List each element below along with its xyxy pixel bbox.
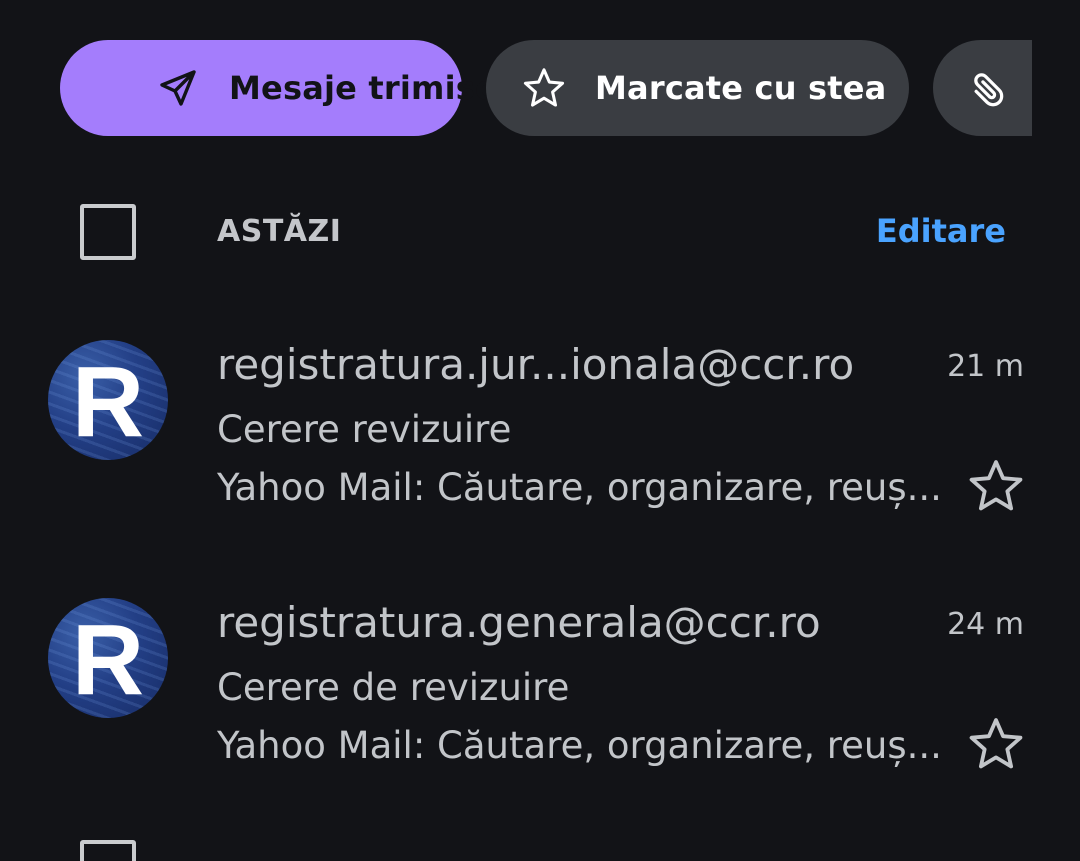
- message-preview: Yahoo Mail: Căutare, organizare, reuș...: [217, 466, 942, 509]
- filter-starred-chip[interactable]: Marcate cu stea: [486, 40, 909, 136]
- avatar: R: [48, 340, 168, 460]
- star-icon: [522, 66, 566, 110]
- star-outline-icon: [969, 718, 1023, 769]
- filter-sent-chip[interactable]: Mesaje trimise: [60, 40, 497, 136]
- message-subject: Cerere de revizuire: [217, 666, 570, 709]
- star-toggle-button[interactable]: [967, 457, 1025, 515]
- send-icon: [156, 66, 200, 110]
- avatar: R: [48, 598, 168, 718]
- section-title-today: ASTĂZI: [217, 214, 342, 249]
- avatar-letter: R: [71, 604, 145, 716]
- filter-attachments-chip[interactable]: [933, 40, 1032, 136]
- edit-button[interactable]: Editare: [876, 212, 1006, 250]
- message-sender: registratura.jur...ionala@ccr.ro: [217, 340, 855, 389]
- message-row[interactable]: R registratura.jur...ionala@ccr.ro 21 m …: [0, 340, 1080, 540]
- message-time: 21 m: [947, 349, 1024, 384]
- paperclip-icon: [967, 66, 1011, 110]
- filter-starred-label: Marcate cu stea: [595, 69, 887, 107]
- select-all-checkbox[interactable]: [80, 204, 136, 260]
- message-subject: Cerere revizuire: [217, 408, 512, 451]
- message-sender: registratura.generala@ccr.ro: [217, 598, 821, 647]
- message-preview: Yahoo Mail: Căutare, organizare, reuș...: [217, 724, 942, 767]
- filter-sent-label: Mesaje trimise: [229, 69, 497, 107]
- star-outline-icon: [969, 460, 1023, 511]
- mail-list-screen: Mesaje trimise Marcate cu stea ASTĂZI Ed…: [0, 0, 1080, 861]
- avatar-letter: R: [71, 346, 145, 458]
- next-section-checkbox[interactable]: [80, 840, 136, 861]
- message-row[interactable]: R registratura.generala@ccr.ro 24 m Cere…: [0, 598, 1080, 798]
- message-time: 24 m: [947, 607, 1024, 642]
- filter-chip-row: Mesaje trimise Marcate cu stea: [0, 40, 1032, 136]
- star-toggle-button[interactable]: [967, 715, 1025, 773]
